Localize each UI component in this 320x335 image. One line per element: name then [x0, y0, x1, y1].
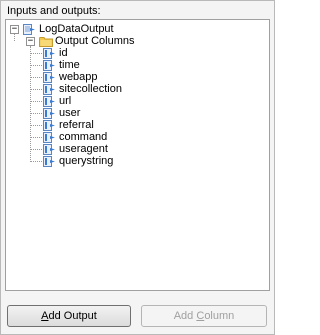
add-output-label-rest: dd Output [48, 310, 97, 322]
add-output-mnemonic: A [41, 310, 49, 322]
column-icon [43, 156, 56, 167]
collapse-output-icon[interactable]: − [10, 25, 19, 34]
section-label: Inputs and outputs: [7, 5, 101, 17]
add-column-label-rest: olumn [204, 310, 235, 322]
column-node-label[interactable]: command [59, 131, 107, 143]
tree-connector [31, 53, 42, 54]
tree-connector [31, 65, 42, 66]
column-node-label[interactable]: querystring [59, 155, 113, 167]
tree-connector [31, 113, 42, 114]
tree-connector [31, 89, 42, 90]
column-node-label[interactable]: useragent [59, 143, 108, 155]
tree-connector [31, 101, 42, 102]
column-node-label[interactable]: sitecollection [59, 83, 122, 95]
tree-connector [31, 125, 42, 126]
column-node-label[interactable]: webapp [59, 71, 98, 83]
add-output-button[interactable]: Add Output [7, 305, 131, 327]
column-icon [43, 132, 56, 143]
add-column-label-prefix: Add [173, 310, 197, 322]
column-icon [43, 72, 56, 83]
column-node-label[interactable]: referral [59, 119, 94, 131]
tree-connector [14, 34, 15, 41]
column-icon [43, 48, 56, 59]
tree-connector [30, 46, 31, 162]
column-node-label[interactable]: time [59, 59, 80, 71]
output-icon [23, 24, 36, 35]
column-node-label[interactable]: url [59, 95, 71, 107]
tree-connector [31, 161, 42, 162]
tree-view[interactable]: − LogDataOutput − Output Columns id time webap… [5, 19, 270, 291]
tree-connector [31, 149, 42, 150]
collapse-columns-icon[interactable]: − [26, 37, 35, 46]
add-column-button[interactable]: Add Column [141, 305, 267, 327]
column-icon [43, 60, 56, 71]
output-node-label[interactable]: LogDataOutput [39, 23, 114, 35]
column-node-label[interactable]: id [59, 47, 68, 59]
folder-icon [39, 36, 53, 47]
column-node-label[interactable]: user [59, 107, 80, 119]
tree-connector [31, 137, 42, 138]
tree-connector [31, 77, 42, 78]
column-icon [43, 144, 56, 155]
column-icon [43, 96, 56, 107]
column-icon [43, 108, 56, 119]
output-columns-folder-label[interactable]: Output Columns [55, 35, 134, 47]
inputs-outputs-panel: Inputs and outputs: − LogDataOutput − Outpu… [0, 0, 275, 335]
column-icon [43, 120, 56, 131]
column-icon [43, 84, 56, 95]
